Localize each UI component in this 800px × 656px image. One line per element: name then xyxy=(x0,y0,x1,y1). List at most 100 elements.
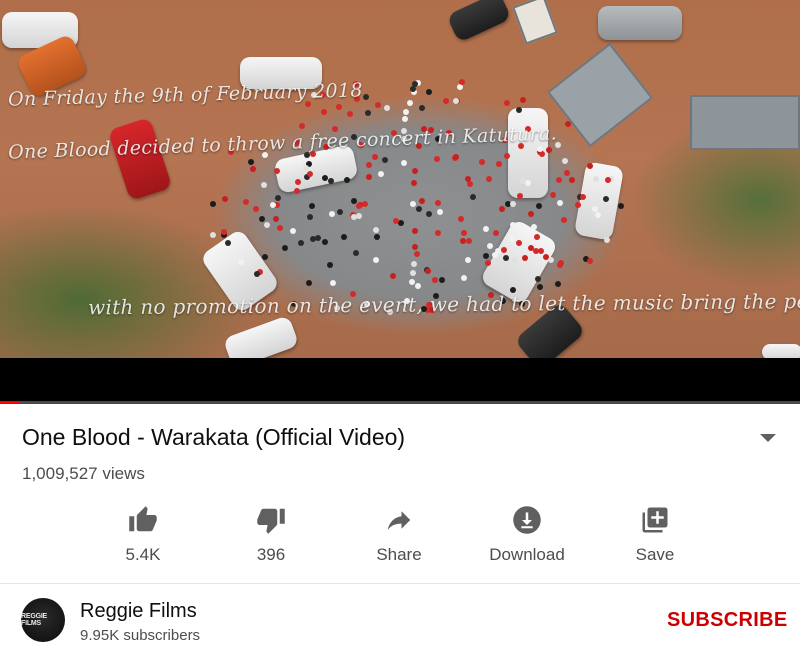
progress-bar-played xyxy=(0,401,20,404)
crowd-person xyxy=(425,210,432,217)
crowd-person xyxy=(508,236,515,243)
crowd-person xyxy=(555,177,562,184)
crowd-person xyxy=(482,225,489,232)
crowd-person xyxy=(434,229,441,236)
crowd-person xyxy=(407,99,414,106)
crowd-person xyxy=(412,243,419,250)
like-button[interactable]: 5.4K xyxy=(79,500,207,574)
subscriber-count: 9.95K subscribers xyxy=(80,627,201,644)
download-button[interactable]: Download xyxy=(463,500,591,574)
crowd-person xyxy=(452,153,459,160)
crowd-person xyxy=(222,196,229,203)
crowd-person xyxy=(389,273,396,280)
crowd-person xyxy=(302,164,309,171)
crowd-person xyxy=(356,212,363,219)
crowd-person xyxy=(353,249,360,256)
crowd-person xyxy=(411,261,418,268)
crowd-person xyxy=(556,261,563,268)
video-title: One Blood - Warakata (Official Video) xyxy=(22,424,406,450)
thumbs-down-icon xyxy=(253,502,289,538)
share-icon xyxy=(381,502,417,538)
crowd-person xyxy=(434,199,441,206)
crowd-person xyxy=(425,268,432,275)
save-label: Save xyxy=(635,545,675,564)
crowd-person xyxy=(372,257,379,264)
crowd-person xyxy=(309,202,316,209)
crowd-person xyxy=(400,160,407,167)
crowd-person xyxy=(459,237,466,244)
crowd-person xyxy=(293,187,300,194)
video-frame[interactable]: On Friday the 9th of February 2018 One B… xyxy=(0,0,800,358)
crowd-person xyxy=(487,242,494,249)
video-caption-line-2: One Blood decided to throw a free concer… xyxy=(7,122,558,164)
crowd-person xyxy=(277,225,284,232)
subscribe-button[interactable]: SUBSCRIBE xyxy=(667,609,788,632)
save-button[interactable]: Save xyxy=(591,500,719,574)
crowd-person xyxy=(511,257,518,264)
save-icon xyxy=(637,502,673,538)
crowd-person xyxy=(604,176,611,183)
crowd-person xyxy=(258,216,265,223)
dislike-button[interactable]: 396 xyxy=(207,500,335,574)
crowd-person xyxy=(375,102,382,109)
crowd-person xyxy=(362,93,369,100)
crowd-person xyxy=(478,158,485,165)
crowd-person xyxy=(460,275,467,282)
crowd-person xyxy=(495,161,502,167)
car xyxy=(222,314,300,358)
crowd-person xyxy=(378,171,385,178)
crowd-person xyxy=(452,97,459,104)
crowd-person xyxy=(273,167,280,174)
crowd-person xyxy=(465,238,472,245)
crowd-person xyxy=(603,237,610,244)
crowd-person xyxy=(467,181,474,188)
crowd-person xyxy=(307,213,314,220)
crowd-person xyxy=(554,281,561,288)
crowd-person xyxy=(501,246,508,253)
crowd-person xyxy=(321,109,328,116)
thumbs-up-icon xyxy=(125,502,161,538)
crowd-person xyxy=(299,123,306,130)
crowd-person xyxy=(273,215,280,222)
like-count: 5.4K xyxy=(125,545,161,564)
crowd-person xyxy=(220,228,227,235)
expand-description-icon[interactable] xyxy=(754,428,782,448)
crowd-person xyxy=(290,228,297,235)
crowd-person xyxy=(461,230,468,237)
crowd-person xyxy=(503,99,510,106)
crowd-person xyxy=(564,120,571,127)
car xyxy=(573,161,625,241)
crowd-person xyxy=(210,231,217,238)
crowd-person xyxy=(315,235,322,242)
crowd-person xyxy=(535,203,542,210)
crowd-person xyxy=(536,284,543,291)
video-player[interactable]: On Friday the 9th of February 2018 One B… xyxy=(0,0,800,404)
crowd-person xyxy=(517,193,524,200)
crowd-person xyxy=(504,152,511,159)
crowd-person xyxy=(418,104,425,111)
share-button[interactable]: Share xyxy=(335,500,463,574)
crowd-person xyxy=(409,200,416,207)
crowd-person xyxy=(533,233,540,240)
crowd-person xyxy=(510,201,517,208)
crowd-person xyxy=(433,156,440,163)
crowd-person xyxy=(362,201,369,208)
crowd-person xyxy=(383,105,390,112)
crowd-person xyxy=(371,153,378,160)
channel-avatar[interactable]: REGGIE FILMS xyxy=(21,598,65,642)
dislike-count: 396 xyxy=(256,545,286,564)
crowd-person xyxy=(458,78,465,85)
crowd-person xyxy=(329,280,336,287)
crowd-person xyxy=(356,203,363,210)
crowd-person xyxy=(569,176,576,183)
crowd-person xyxy=(469,193,476,200)
crowd-person xyxy=(253,205,260,212)
progress-bar[interactable] xyxy=(0,401,800,404)
crowd-person xyxy=(528,210,535,217)
crowd-person xyxy=(336,104,343,111)
crowd-person xyxy=(242,199,249,206)
channel-name[interactable]: Reggie Films xyxy=(80,600,197,623)
crowd-person xyxy=(410,269,417,276)
crowd-person xyxy=(485,175,492,182)
corrugated-shack xyxy=(546,42,654,148)
